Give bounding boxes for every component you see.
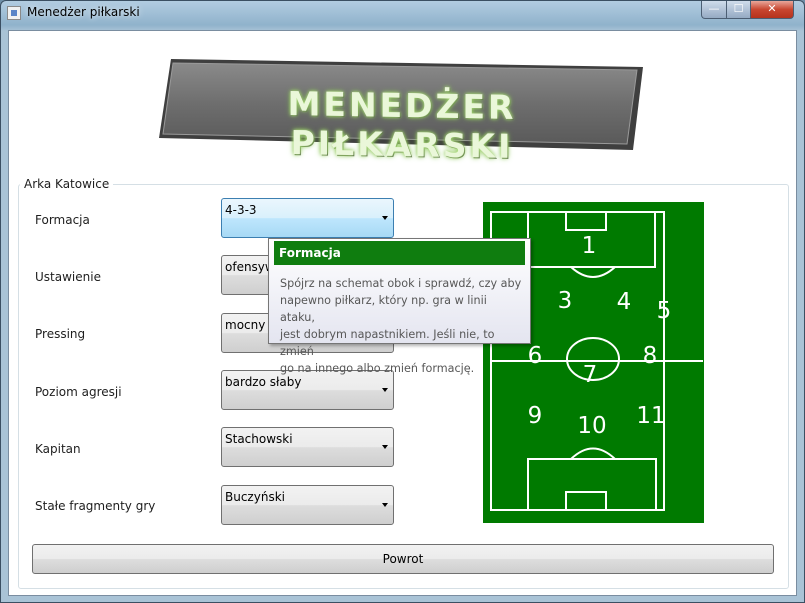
position-10: 10 — [577, 413, 606, 439]
positioning-label: Ustawienie — [35, 270, 101, 284]
position-1: 1 — [582, 233, 597, 259]
position-5: 5 — [657, 298, 672, 324]
team-name: Arka Katowice — [20, 177, 114, 191]
formation-tooltip: Formacja Spójrz na schemat obok i sprawd… — [268, 238, 531, 375]
captain-value: Stachowski — [225, 432, 293, 446]
position-9: 9 — [528, 403, 543, 429]
chevron-down-icon — [382, 445, 388, 449]
banner-title: MENEDŻER PIŁKARSKI — [287, 84, 517, 166]
close-button[interactable]: ✕ — [750, 1, 794, 19]
maximize-button[interactable]: ☐ — [726, 1, 751, 19]
tooltip-title: Formacja — [274, 241, 525, 265]
position-7: 7 — [583, 362, 598, 388]
window-title: Menedżer piłkarski — [27, 5, 140, 19]
pressing-value: mocny — [225, 318, 266, 332]
set-pieces-dropdown[interactable]: Buczyński — [221, 485, 394, 525]
position-3: 3 — [558, 288, 573, 314]
position-8: 8 — [643, 343, 658, 369]
formation-dropdown[interactable]: 4-3-3 — [221, 198, 394, 238]
tooltip-line: jest dobrym napastnikiem. Jeśli nie, to … — [280, 328, 495, 358]
tooltip-line: go na innego albo zmień formację. — [280, 362, 475, 375]
back-button[interactable]: Powrot — [32, 544, 774, 574]
aggression-label: Poziom agresji — [35, 385, 122, 399]
pressing-label: Pressing — [35, 327, 86, 341]
client-area: MENEDŻER PIŁKARSKI Arka Katowice Formacj… — [8, 30, 797, 596]
set-pieces-value: Buczyński — [225, 490, 285, 504]
position-4: 4 — [617, 289, 632, 315]
tooltip-body: Spójrz na schemat obok i sprawdź, czy ab… — [280, 275, 525, 377]
position-11: 11 — [636, 403, 665, 429]
formation-label: Formacja — [35, 213, 90, 227]
captain-label: Kapitan — [35, 442, 81, 456]
formation-value: 4-3-3 — [225, 203, 257, 217]
set-pieces-label: Stałe fragmenty gry — [35, 499, 156, 513]
tooltip-line: napewno piłkarz, który np. gra w linii a… — [280, 294, 487, 324]
title-banner: MENEDŻER PIŁKARSKI — [157, 58, 647, 166]
minimize-button[interactable]: — — [701, 1, 727, 19]
tooltip-line: Spójrz na schemat obok i sprawdź, czy ab… — [280, 277, 522, 290]
chevron-down-icon — [382, 503, 388, 507]
app-icon — [7, 6, 21, 20]
chevron-down-icon — [382, 216, 388, 220]
position-6: 6 — [528, 343, 543, 369]
title-bar[interactable]: Menedżer piłkarski — ☐ ✕ — [1, 1, 804, 25]
aggression-value: bardzo słaby — [225, 375, 302, 389]
captain-dropdown[interactable]: Stachowski — [221, 427, 394, 467]
app-window: Menedżer piłkarski — ☐ ✕ MENEDŻER PIŁKAR… — [0, 0, 805, 603]
chevron-down-icon — [382, 388, 388, 392]
